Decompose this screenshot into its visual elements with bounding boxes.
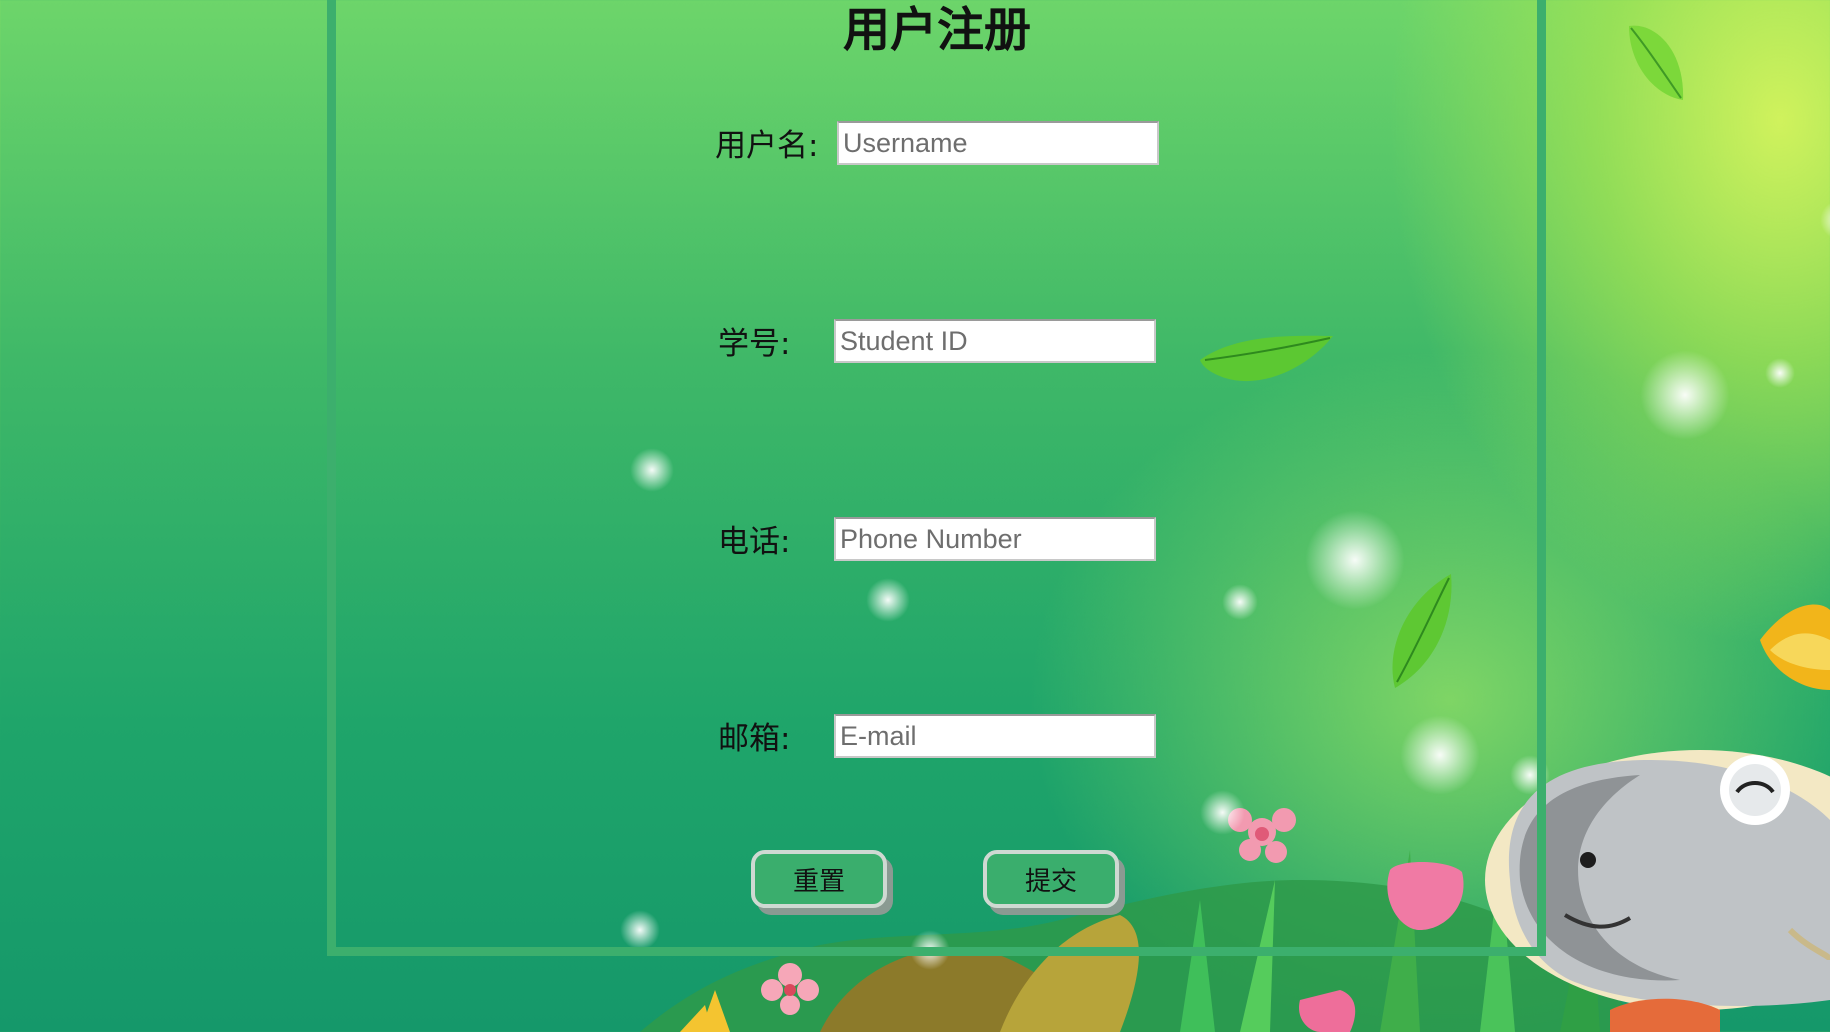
sparkle-decoration: [1765, 358, 1795, 388]
student-id-input[interactable]: [834, 319, 1156, 363]
username-input[interactable]: [837, 121, 1159, 165]
email-input[interactable]: [834, 714, 1156, 758]
student-id-label: 学号:: [718, 326, 791, 362]
phone-input[interactable]: [834, 517, 1156, 561]
submit-button[interactable]: 提交: [983, 850, 1119, 908]
reset-button[interactable]: 重置: [751, 850, 887, 908]
sparkle-decoration: [1640, 350, 1730, 440]
username-label: 用户名:: [715, 128, 819, 164]
email-label: 邮箱:: [718, 721, 791, 757]
page-title: 用户注册: [843, 3, 1031, 58]
phone-label: 电话:: [718, 524, 791, 560]
